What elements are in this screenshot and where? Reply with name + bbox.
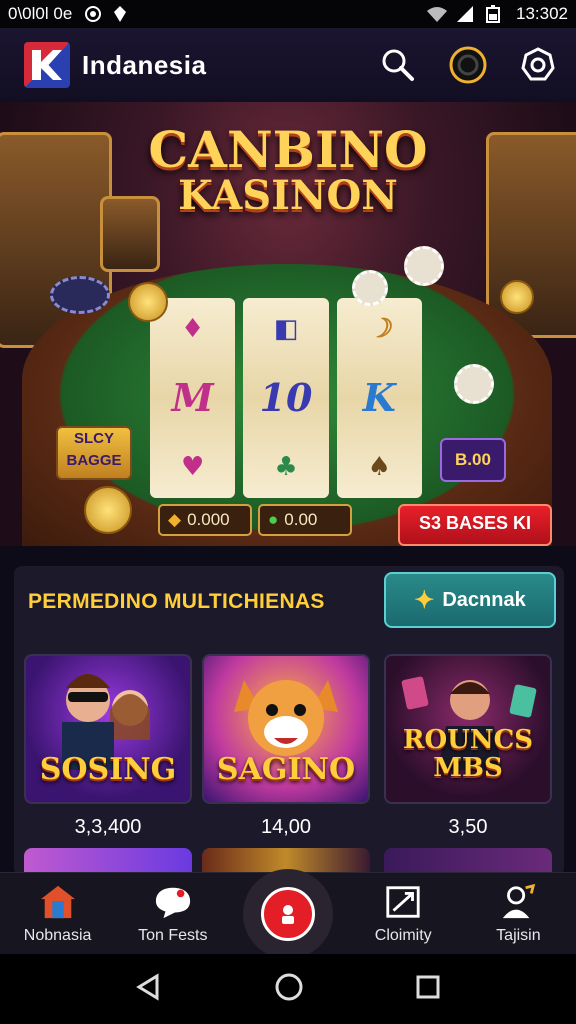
reel-2: ◧ 10 ♣: [243, 298, 329, 498]
nav-label: Cloimity: [374, 927, 432, 944]
reel-symbol: ♠: [367, 452, 391, 483]
wifi-icon: [426, 5, 447, 23]
coin-decoration: [84, 486, 132, 534]
app-header: Indanesia: [0, 28, 576, 102]
win-value: 0.00: [284, 510, 318, 529]
section-button-label: Dacnnak: [442, 588, 526, 611]
slot-badge: SLCY BAGGE: [56, 426, 132, 480]
location-icon: [112, 5, 132, 23]
chat-bubble-icon: [154, 883, 192, 921]
coin-decoration: [128, 282, 168, 322]
reel-symbol: K: [362, 375, 396, 421]
coin-icon: ◆: [168, 510, 182, 529]
game-card-value: 3,3,400: [74, 816, 142, 838]
coin-decoration: [500, 280, 534, 314]
home-icon: [39, 883, 77, 921]
game-card-title: SAGINO: [216, 752, 356, 787]
system-navigation-bar: [0, 954, 576, 1024]
nav-tonfests[interactable]: Ton Fests: [115, 873, 230, 955]
game-card[interactable]: ROUNCS MBS: [384, 654, 552, 804]
credit-value: 0.000: [187, 510, 230, 529]
status-time: 13:302: [516, 4, 568, 23]
user-icon: [499, 883, 537, 921]
nav-center-action[interactable]: [230, 873, 345, 955]
game-card-value: 14,00: [260, 816, 312, 838]
reel-symbol: ☽: [367, 313, 391, 344]
signal-icon: [456, 5, 476, 23]
game-card[interactable]: SAGINO: [202, 654, 370, 804]
nav-label: Ton Fests: [138, 927, 208, 944]
nav-profile[interactable]: Tajisin: [461, 873, 576, 955]
status-bar: 0\0l0l 0e 13:302: [0, 0, 576, 28]
reel-symbol: ♥: [181, 452, 205, 483]
chip-decoration: [50, 276, 110, 314]
recents-icon[interactable]: [415, 974, 441, 1005]
reel-3: ☽ K ♠: [336, 298, 422, 498]
credit-counter: ◆ 0.000: [158, 504, 252, 536]
games-section: PERMEDINO MULTICHIENAS ✦ Dacnnak SOSING …: [14, 566, 564, 878]
reel-symbol: ♦: [181, 313, 205, 344]
chip-decoration: [454, 364, 494, 404]
section-title: PERMEDINO MULTICHIENAS: [28, 590, 325, 613]
game-card[interactable]: SOSING: [24, 654, 192, 804]
back-icon[interactable]: [135, 972, 163, 1006]
nav-community[interactable]: Cloimity: [346, 873, 461, 955]
search-icon[interactable]: [378, 45, 418, 85]
star-icon: ✦: [414, 586, 435, 614]
nav-label: Nobnasia: [23, 927, 92, 944]
chip-icon: [261, 887, 315, 941]
reel-1: ♦ M ♥: [150, 298, 236, 498]
coin-icon[interactable]: [448, 45, 488, 85]
section-action-button[interactable]: ✦ Dacnnak: [384, 572, 556, 628]
slot-reels: ♦ M ♥ ◧ 10 ♣ ☽ K ♠: [150, 298, 422, 498]
bottom-navigation: Nobnasia Ton Fests Cloimity Tajisin: [0, 872, 576, 955]
nav-home[interactable]: Nobnasia: [0, 873, 115, 955]
chip-decoration: [352, 270, 388, 306]
battery-icon: [486, 5, 506, 23]
coin-icon: ●: [268, 510, 279, 529]
notification-icon: [82, 5, 102, 23]
hero-cta-button[interactable]: S3 BASES KI: [398, 504, 552, 546]
reel-symbol: M: [171, 375, 214, 421]
reel-symbol: ◧: [273, 313, 299, 344]
chip-decoration: [404, 246, 444, 286]
brand-name: Indanesia: [82, 49, 207, 80]
status-text: 0\0l0l 0e: [8, 4, 73, 23]
app-logo[interactable]: [24, 42, 70, 88]
nav-label: Tajisin: [496, 927, 541, 944]
hero-title-line2: KASINON: [178, 172, 398, 219]
hero-title-line1: CANBINO: [148, 120, 428, 179]
reel-symbol: ♣: [274, 452, 298, 483]
game-card-title: ROUNCS MBS: [402, 725, 534, 783]
hero-banner[interactable]: CANBINO KASINON ♦ M ♥ ◧ 10 ♣ ☽ K ♠ SLCY …: [0, 102, 576, 546]
reel-symbol: 10: [259, 375, 313, 421]
settings-icon[interactable]: [518, 45, 558, 85]
game-card-value: 3,50: [448, 816, 488, 838]
bet-badge: B.00: [440, 438, 506, 482]
win-counter: ● 0.00: [258, 504, 352, 536]
game-card-title: SOSING: [39, 752, 177, 787]
home-circle-icon[interactable]: [274, 972, 304, 1007]
share-icon: [384, 883, 422, 921]
